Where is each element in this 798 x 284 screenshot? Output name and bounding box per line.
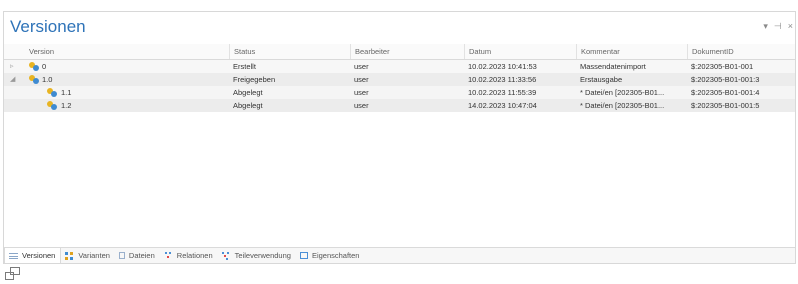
part-usage-icon bbox=[221, 251, 231, 260]
versions-grid: Version Status Bearbeiter Datum Kommenta… bbox=[4, 44, 795, 265]
tab-dateien[interactable]: Dateien bbox=[115, 248, 160, 263]
status-cell: Freigegeben bbox=[233, 75, 276, 84]
tab-label: Dateien bbox=[128, 251, 155, 260]
window-controls: ▾ ⊣ × bbox=[763, 21, 793, 32]
column-header-datum[interactable]: Datum bbox=[464, 44, 576, 59]
column-header-status[interactable]: Status bbox=[229, 44, 350, 59]
version-number: 1.2 bbox=[61, 101, 72, 110]
bearbeiter-cell: user bbox=[354, 88, 369, 97]
dropdown-icon[interactable]: ▾ bbox=[763, 21, 768, 32]
status-cell: Abgelegt bbox=[233, 101, 263, 110]
datum-cell: 10.02.2023 10:41:53 bbox=[468, 62, 537, 71]
variants-icon bbox=[65, 251, 74, 260]
tab-relationen[interactable]: Relationen bbox=[160, 248, 218, 263]
status-cell: Abgelegt bbox=[233, 88, 263, 97]
panel-tab-strip: Versionen Varianten Dateien Relationen T… bbox=[4, 247, 795, 263]
table-row[interactable]: ◢ 1.0 Freigegeben user 10.02.2023 11:33:… bbox=[4, 73, 795, 86]
table-row[interactable]: 1.1 Abgelegt user 10.02.2023 11:55:39 * … bbox=[4, 86, 795, 99]
properties-icon bbox=[299, 252, 308, 259]
tab-label: Varianten bbox=[78, 251, 110, 260]
column-header-version[interactable]: Version bbox=[4, 44, 229, 59]
versions-panel: Versionen ▾ ⊣ × Version Status Bearbeite… bbox=[3, 11, 796, 264]
bearbeiter-cell: user bbox=[354, 75, 369, 84]
panel-titlebar: Versionen ▾ ⊣ × bbox=[4, 12, 795, 42]
dokumentid-cell: $:202305-B01-001 bbox=[691, 62, 754, 71]
version-icon bbox=[29, 75, 39, 84]
tab-label: Relationen bbox=[176, 251, 213, 260]
column-header-bearbeiter[interactable]: Bearbeiter bbox=[350, 44, 464, 59]
tab-label: Teileverwendung bbox=[234, 251, 291, 260]
tab-label: Eigenschaften bbox=[311, 251, 360, 260]
version-number: 1.0 bbox=[42, 75, 53, 84]
restore-window-icon[interactable] bbox=[5, 267, 21, 281]
datum-cell: 10.02.2023 11:33:56 bbox=[468, 75, 537, 84]
tab-label: Versionen bbox=[22, 251, 56, 260]
dokumentid-cell: $:202305-B01-001:5 bbox=[691, 101, 760, 110]
column-header-kommentar[interactable]: Kommentar bbox=[576, 44, 687, 59]
dokumentid-cell: $:202305-B01-001:4 bbox=[691, 88, 760, 97]
status-cell: Erstellt bbox=[233, 62, 256, 71]
datum-cell: 14.02.2023 10:47:04 bbox=[468, 101, 537, 110]
tab-versionen[interactable]: Versionen bbox=[4, 248, 62, 263]
tab-varianten[interactable]: Varianten bbox=[61, 248, 115, 263]
version-icon bbox=[47, 88, 57, 97]
version-icon bbox=[47, 101, 57, 110]
bearbeiter-cell: user bbox=[354, 101, 369, 110]
pin-icon[interactable]: ⊣ bbox=[774, 21, 782, 32]
datum-cell: 10.02.2023 11:55:39 bbox=[468, 88, 537, 97]
list-icon bbox=[9, 252, 18, 259]
expand-icon[interactable]: ▹ bbox=[10, 60, 14, 73]
kommentar-cell: Erstausgabe bbox=[580, 75, 623, 84]
version-icon bbox=[29, 62, 39, 71]
file-icon bbox=[118, 252, 125, 259]
kommentar-cell: Massendatenimport bbox=[580, 62, 646, 71]
collapse-icon[interactable]: ◢ bbox=[10, 73, 15, 86]
bearbeiter-cell: user bbox=[354, 62, 369, 71]
panel-title: Versionen bbox=[10, 17, 86, 36]
table-row[interactable]: ▹ 0 Erstellt user 10.02.2023 10:41:53 Ma… bbox=[4, 60, 795, 73]
version-tree-cell: 1.2 bbox=[4, 99, 229, 112]
kommentar-cell: * Datei/en [202305-B01... bbox=[580, 88, 665, 97]
tab-eigenschaften[interactable]: Eigenschaften bbox=[296, 248, 365, 263]
version-number: 1.1 bbox=[61, 88, 72, 97]
version-tree-cell: ◢ 1.0 bbox=[4, 73, 229, 86]
kommentar-cell: * Datei/en [202305-B01... bbox=[580, 101, 665, 110]
grid-header: Version Status Bearbeiter Datum Kommenta… bbox=[4, 44, 795, 60]
close-icon[interactable]: × bbox=[788, 21, 793, 32]
relations-icon bbox=[164, 251, 173, 260]
version-tree-cell: 1.1 bbox=[4, 86, 229, 99]
version-tree-cell: ▹ 0 bbox=[4, 60, 229, 73]
column-header-dokumentid[interactable]: DokumentID bbox=[687, 44, 795, 59]
table-row[interactable]: 1.2 Abgelegt user 14.02.2023 10:47:04 * … bbox=[4, 99, 795, 112]
tab-teileverwendung[interactable]: Teileverwendung bbox=[218, 248, 296, 263]
dokumentid-cell: $:202305-B01-001:3 bbox=[691, 75, 760, 84]
version-number: 0 bbox=[42, 62, 47, 71]
